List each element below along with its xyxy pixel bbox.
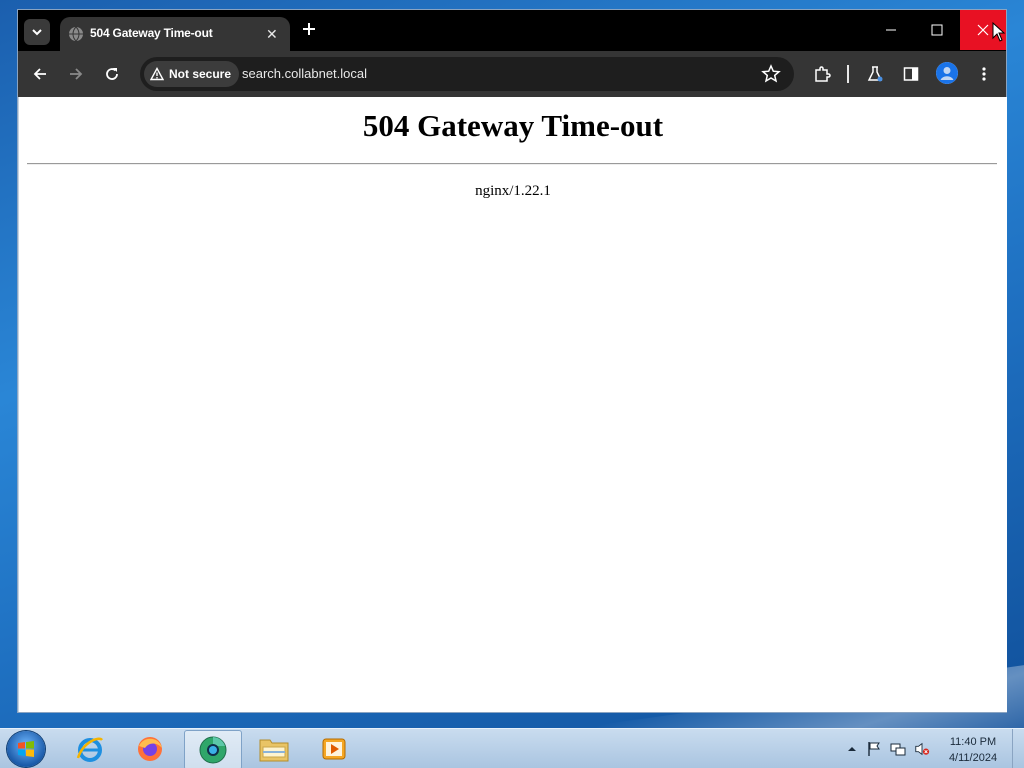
plus-icon (303, 23, 315, 35)
minimize-button[interactable] (868, 10, 914, 50)
reload-button[interactable] (101, 63, 123, 85)
tab-close-icon[interactable]: ✕ (266, 26, 278, 43)
reload-icon (106, 68, 118, 80)
browser-window: 504 Gateway Time-out ✕ Not secure search… (18, 10, 1007, 712)
volume-muted-icon[interactable] (914, 741, 930, 757)
internet-explorer-icon (76, 737, 103, 762)
toolbar-divider (847, 65, 849, 83)
show-desktop-button[interactable] (1012, 729, 1024, 768)
tab-strip: 504 Gateway Time-out ✕ (18, 10, 1006, 51)
flask-icon (867, 66, 883, 82)
taskbar-media-player[interactable] (306, 730, 362, 768)
taskbar-file-explorer[interactable] (246, 730, 302, 768)
globe-icon (69, 26, 83, 42)
user-icon (936, 62, 958, 84)
start-button[interactable] (7, 731, 45, 767)
taskbar-clock[interactable]: 11:40 PM 4/11/2024 (940, 734, 1006, 766)
firefox-icon (138, 737, 162, 761)
clock-date: 4/11/2024 (948, 752, 998, 764)
back-button[interactable] (29, 63, 51, 85)
profile-avatar[interactable] (936, 62, 958, 84)
clock-time: 11:40 PM (949, 736, 997, 748)
tab-title: 504 Gateway Time-out (90, 26, 213, 40)
action-center-flag-icon[interactable] (866, 741, 882, 757)
star-icon[interactable] (760, 63, 782, 85)
tab-search-button[interactable] (24, 19, 50, 45)
arrow-left-icon (33, 68, 46, 80)
maximize-icon (931, 24, 943, 36)
more-vertical-icon (982, 67, 986, 81)
chrome-browser-icon (199, 736, 227, 764)
taskbar-internet-explorer[interactable] (62, 730, 118, 768)
network-icon[interactable] (890, 741, 906, 757)
taskbar-firefox[interactable] (122, 730, 178, 768)
address-bar[interactable]: Not secure search.collabnet.local (140, 57, 794, 91)
tray-expand-icon[interactable] (844, 741, 860, 757)
folder-icon (259, 739, 289, 762)
puzzle-icon (815, 66, 831, 82)
warning-icon (150, 67, 164, 81)
minimize-icon (886, 29, 896, 31)
page-content: 504 Gateway Time-out nginx/1.22.1 (18, 97, 1007, 712)
security-label: Not secure (169, 67, 232, 81)
taskbar: 11:40 PM 4/11/2024 (0, 728, 1024, 768)
close-icon (977, 24, 989, 36)
taskbar-chrome[interactable] (184, 730, 242, 768)
mouse-cursor-icon (992, 22, 1006, 42)
arrow-right-icon (70, 68, 83, 80)
page-heading: 504 Gateway Time-out (362, 108, 664, 143)
maximize-button[interactable] (914, 10, 960, 50)
tab-active[interactable]: 504 Gateway Time-out ✕ (60, 17, 290, 51)
media-player-icon (322, 738, 346, 760)
server-signature: nginx/1.22.1 (475, 183, 551, 199)
forward-button[interactable] (65, 63, 87, 85)
new-tab-button[interactable] (299, 19, 319, 44)
side-panel-button[interactable] (900, 63, 922, 85)
url-text[interactable]: search.collabnet.local (242, 66, 367, 81)
side-panel-icon (903, 67, 919, 81)
labs-button[interactable] (864, 63, 886, 85)
divider (27, 163, 997, 165)
chevron-down-icon (32, 29, 42, 36)
browser-toolbar: Not secure search.collabnet.local (18, 51, 1006, 97)
windows-logo-icon (18, 741, 34, 757)
extensions-button[interactable] (811, 63, 833, 85)
menu-button[interactable] (973, 63, 995, 85)
security-chip[interactable]: Not secure (144, 61, 240, 87)
